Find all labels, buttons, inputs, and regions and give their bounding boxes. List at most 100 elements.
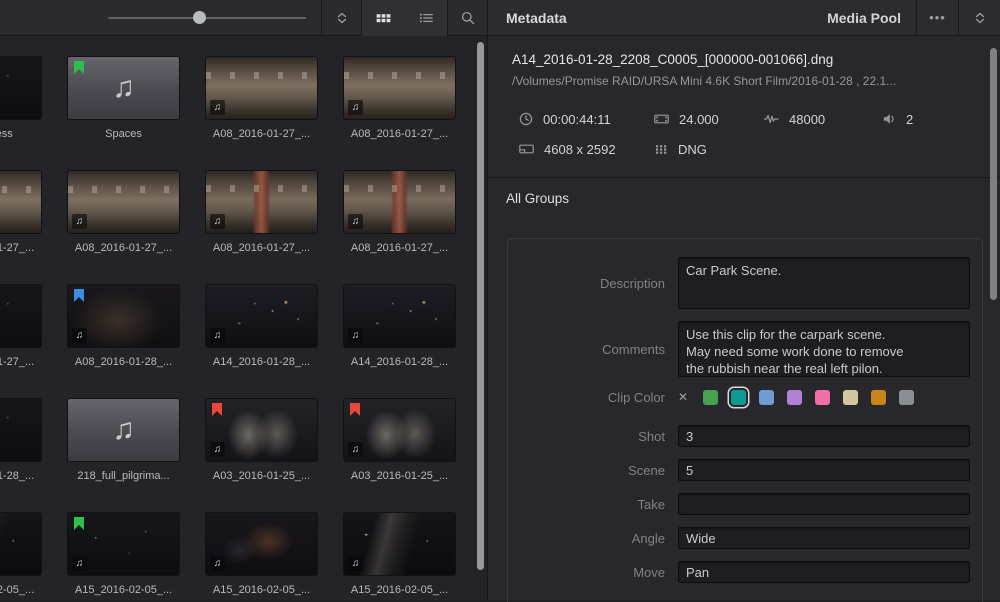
media-clip[interactable]: A15_2016-02-05_...: [343, 512, 456, 597]
list-view-button[interactable]: [404, 0, 447, 36]
clip-thumbnail: [0, 284, 42, 348]
metadata-scrollbar[interactable]: [990, 40, 998, 596]
search-icon: [460, 10, 476, 26]
audio-icon: [72, 214, 87, 229]
format-stat: DNG: [653, 141, 707, 157]
media-clip[interactable]: A03_2016-01-25_...: [205, 398, 318, 483]
media-clip[interactable]: A15_2016-02-05_...: [67, 512, 180, 597]
field-label: Shot: [508, 429, 678, 444]
clip-thumbnail: [205, 398, 318, 462]
clip-thumbnail: [343, 512, 456, 576]
media-clip[interactable]: A08_2016-01-27_...: [67, 170, 180, 255]
media-clip[interactable]: A08_2016-01-27_...: [0, 284, 42, 369]
film-frame-icon: [653, 111, 670, 127]
list-view-icon: [418, 10, 434, 26]
media-clip[interactable]: A08_2016-01-28_...: [0, 398, 42, 483]
clip-name: A14_2016-01-28_2208_C0005_[000000-001066…: [512, 52, 976, 67]
scrollbar-thumb[interactable]: [477, 42, 484, 570]
timecode-value: 00:00:44:11: [543, 112, 611, 127]
media-clip[interactable]: A03_2016-01-25_...: [343, 398, 456, 483]
media-clip[interactable]: A08_2016-01-27_...: [343, 170, 456, 255]
media-clip[interactable]: A15_2016-02-05_...: [0, 512, 42, 597]
flag-icon: [74, 61, 84, 74]
media-clip[interactable]: 218_full_pilgrima...: [67, 398, 180, 483]
flag-icon: [74, 517, 84, 530]
media-clip[interactable]: A08_2016-01-27_...: [205, 170, 318, 255]
metadata-groups-selector[interactable]: All Groups: [506, 191, 1000, 206]
media-clip[interactable]: A08_2016-01-28_...: [67, 284, 180, 369]
format-value: DNG: [678, 142, 707, 157]
audio-icon: [210, 100, 225, 115]
clip-label: A08_2016-01-27_...: [343, 128, 456, 141]
search-button[interactable]: [448, 0, 487, 36]
audio-icon: [210, 328, 225, 343]
clip-label: A08_2016-01-28_...: [67, 356, 180, 369]
sample-rate-stat: 48000: [763, 111, 881, 127]
media-clip[interactable]: Spaces: [67, 56, 180, 141]
media-clip[interactable]: A08_2016-01-27_...: [343, 56, 456, 141]
description-field[interactable]: Car Park Scene.: [678, 257, 970, 309]
angle-field[interactable]: [678, 527, 970, 549]
audio-icon: [348, 328, 363, 343]
field-label: Scene: [508, 463, 678, 478]
clip-label: A03_2016-01-25_...: [343, 470, 456, 483]
media-clip[interactable]: A15_2016-02-05_...: [205, 512, 318, 597]
options-button[interactable]: •••: [917, 0, 958, 36]
clip-thumbnail: [343, 170, 456, 234]
resolution-stat: 4608 x 2592: [518, 141, 653, 157]
clip-color-swatch[interactable]: [899, 390, 914, 405]
metadata-form: Description Car Park Scene. Comments Use…: [507, 238, 983, 602]
field-label: Comments: [508, 342, 678, 357]
media-clip[interactable]: A14_2016-01-28_...: [205, 284, 318, 369]
angle-row: Angle: [508, 527, 970, 549]
clip-path: /Volumes/Promise RAID/URSA Mini 4.6K Sho…: [512, 74, 976, 88]
media-clip[interactable]: Wilderness: [0, 56, 42, 141]
metadata-pane: Metadata Media Pool ••• A14_2016-01-28_2…: [487, 0, 1000, 600]
clip-label: A08_2016-01-27_...: [205, 242, 318, 255]
scene-row: Scene: [508, 459, 970, 481]
scene-field[interactable]: [678, 459, 970, 481]
clip-color-swatch[interactable]: [815, 390, 830, 405]
clip-thumbnail: [67, 284, 180, 348]
panel-expand-button[interactable]: [959, 0, 1000, 36]
slider-knob[interactable]: [193, 11, 206, 24]
sort-order-button[interactable]: [322, 0, 361, 36]
thumbnail-view-button[interactable]: [362, 0, 404, 36]
shot-field[interactable]: [678, 425, 970, 447]
clip-label: A08_2016-01-27_...: [343, 242, 456, 255]
media-pool-scrollbar[interactable]: [474, 37, 486, 600]
clear-color-button[interactable]: ✕: [678, 390, 688, 404]
comments-field[interactable]: Use this clip for the carpark scene. May…: [678, 321, 970, 377]
media-clip[interactable]: A08_2016-01-27_...: [205, 56, 318, 141]
clip-color-swatch[interactable]: [787, 390, 802, 405]
audio-icon: [348, 214, 363, 229]
clip-thumbnail: [343, 56, 456, 120]
thumbnail-zoom-slider[interactable]: [108, 0, 306, 36]
field-label: Move: [508, 565, 678, 580]
section-divider: [488, 177, 1000, 178]
clip-color-swatch[interactable]: [731, 390, 746, 405]
clip-color-row: Clip Color ✕: [508, 389, 970, 405]
move-row: Move: [508, 561, 970, 583]
media-clip[interactable]: A14_2016-01-28_...: [343, 284, 456, 369]
clip-color-swatch[interactable]: [871, 390, 886, 405]
clip-stats: 00:00:44:11 24.000 48000: [518, 104, 1000, 164]
clip-thumbnail: [205, 56, 318, 120]
clip-thumbnail: [343, 398, 456, 462]
take-field[interactable]: [678, 493, 970, 515]
flag-icon: [74, 289, 84, 302]
scrollbar-thumb[interactable]: [990, 48, 997, 300]
clip-color-swatch[interactable]: [703, 390, 718, 405]
clip-color-swatch[interactable]: [843, 390, 858, 405]
resolution-value: 4608 x 2592: [544, 142, 616, 157]
clip-thumbnail: [205, 512, 318, 576]
shot-row: Shot: [508, 425, 970, 447]
media-clip[interactable]: A08_2016-01-27_...: [0, 170, 42, 255]
move-field[interactable]: [678, 561, 970, 583]
clip-label: A15_2016-02-05_...: [343, 584, 456, 597]
clip-label: 218_full_pilgrima...: [67, 470, 180, 483]
audio-icon: [348, 442, 363, 457]
clock-icon: [518, 111, 534, 127]
clip-color-swatch[interactable]: [759, 390, 774, 405]
clip-label: A15_2016-02-05_...: [205, 584, 318, 597]
